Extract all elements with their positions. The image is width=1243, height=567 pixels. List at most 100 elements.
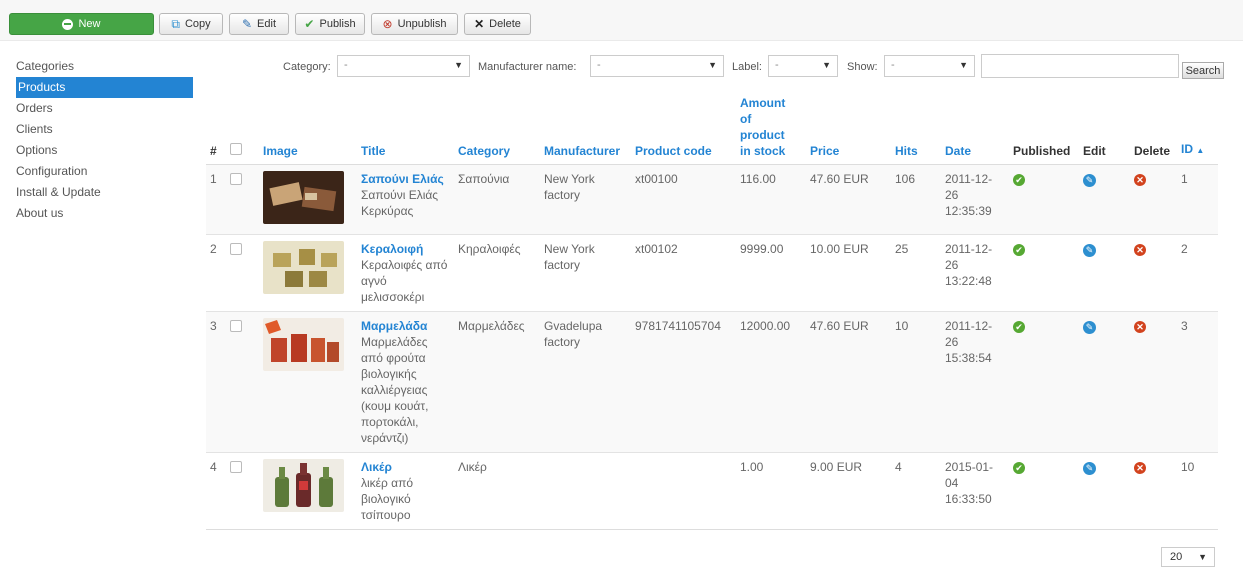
edit-button-label: Edit bbox=[257, 18, 277, 30]
row-checkbox[interactable] bbox=[230, 173, 242, 185]
category-filter-select[interactable]: - ▼ bbox=[337, 55, 470, 77]
col-hits[interactable]: Hits bbox=[891, 95, 941, 165]
col-price[interactable]: Price bbox=[806, 95, 891, 165]
sidebar-item-configuration[interactable]: Configuration bbox=[16, 161, 193, 182]
product-price: 9.00 EUR bbox=[806, 452, 891, 530]
delete-x-icon[interactable]: ✕ bbox=[1134, 321, 1146, 333]
product-stock: 9999.00 bbox=[736, 234, 806, 312]
col-id-label: ID bbox=[1181, 142, 1193, 156]
unpublish-button[interactable]: ⊗ Unpublish bbox=[371, 13, 458, 35]
col-stock[interactable]: Amount of product in stock bbox=[736, 95, 806, 165]
published-check-icon[interactable]: ✔ bbox=[1013, 462, 1025, 474]
delete-button-label: Delete bbox=[489, 18, 521, 30]
col-title[interactable]: Title bbox=[357, 95, 454, 165]
dropdown-arrow-icon: ▼ bbox=[822, 60, 831, 70]
col-delete: Delete bbox=[1130, 95, 1177, 165]
search-input[interactable] bbox=[981, 54, 1179, 78]
row-checkbox[interactable] bbox=[230, 461, 242, 473]
col-date[interactable]: Date bbox=[941, 95, 1009, 165]
dropdown-arrow-icon: ▼ bbox=[708, 60, 717, 70]
product-category: Κηραλοιφές bbox=[454, 234, 540, 312]
search-button[interactable]: Search bbox=[1182, 62, 1224, 79]
col-published: Published bbox=[1009, 95, 1079, 165]
publish-button[interactable]: ✔ Publish bbox=[295, 13, 365, 35]
product-title-link[interactable]: Λικέρ bbox=[361, 459, 450, 475]
delete-button[interactable]: ✕ Delete bbox=[464, 13, 531, 35]
table-header-row: # Image Title Category Manufacturer Prod… bbox=[206, 95, 1218, 165]
sidebar-item-install-update[interactable]: Install & Update bbox=[16, 182, 193, 203]
table-row: 4 Λικέρ λικέρ από βιολογικό τσίπουρο Λικ… bbox=[206, 452, 1218, 530]
per-page-select[interactable]: 20 ▼ bbox=[1161, 547, 1215, 567]
edit-button[interactable]: ✎ Edit bbox=[229, 13, 289, 35]
products-table: # Image Title Category Manufacturer Prod… bbox=[206, 95, 1218, 530]
copy-button[interactable]: ⧉ Copy bbox=[159, 13, 223, 35]
product-image-marmalade[interactable] bbox=[263, 318, 344, 371]
row-checkbox[interactable] bbox=[230, 243, 242, 255]
new-button[interactable]: New bbox=[9, 13, 154, 35]
col-edit: Edit bbox=[1079, 95, 1130, 165]
edit-pencil-icon[interactable]: ✎ bbox=[1083, 244, 1096, 257]
plus-circle-icon bbox=[62, 18, 74, 30]
product-description: Σαπούνι Ελιάς Κερκύρας bbox=[361, 188, 439, 218]
published-check-icon[interactable]: ✔ bbox=[1013, 174, 1025, 186]
col-select-all bbox=[226, 95, 259, 165]
dropdown-arrow-icon: ▼ bbox=[959, 60, 968, 70]
product-category: Σαπούνια bbox=[454, 164, 540, 235]
copy-icon: ⧉ bbox=[171, 17, 180, 31]
sidebar-item-about-us[interactable]: About us bbox=[16, 203, 193, 224]
col-manufacturer[interactable]: Manufacturer bbox=[540, 95, 631, 165]
product-hits: 25 bbox=[891, 234, 941, 312]
row-num: 1 bbox=[206, 164, 226, 235]
sidebar-item-clients[interactable]: Clients bbox=[16, 119, 193, 140]
published-check-icon[interactable]: ✔ bbox=[1013, 321, 1025, 333]
product-id: 3 bbox=[1177, 311, 1218, 453]
edit-pencil-icon[interactable]: ✎ bbox=[1083, 174, 1096, 187]
col-id[interactable]: ID ▲ bbox=[1177, 95, 1218, 165]
product-price: 10.00 EUR bbox=[806, 234, 891, 312]
product-price: 47.60 EUR bbox=[806, 164, 891, 235]
product-image-liqueur[interactable] bbox=[263, 459, 344, 512]
product-manufacturer: New York factory bbox=[540, 234, 631, 312]
new-button-label: New bbox=[78, 18, 101, 30]
product-title-link[interactable]: Σαπούνι Ελιάς bbox=[361, 171, 450, 187]
sidebar-item-orders[interactable]: Orders bbox=[16, 98, 193, 119]
product-description: λικέρ από βιολογικό τσίπουρο bbox=[361, 476, 414, 522]
product-code: xt00102 bbox=[631, 234, 736, 312]
category-filter-label: Category: bbox=[283, 61, 331, 73]
product-image-wax-balm[interactable] bbox=[263, 241, 344, 294]
row-checkbox[interactable] bbox=[230, 320, 242, 332]
delete-x-icon[interactable]: ✕ bbox=[1134, 462, 1146, 474]
label-filter-select[interactable]: - ▼ bbox=[768, 55, 838, 77]
edit-icon: ✎ bbox=[241, 17, 253, 31]
col-category[interactable]: Category bbox=[454, 95, 540, 165]
product-title-link[interactable]: Μαρμελάδα bbox=[361, 318, 450, 334]
col-image[interactable]: Image bbox=[259, 95, 357, 165]
show-filter-select[interactable]: - ▼ bbox=[884, 55, 975, 77]
product-title-link[interactable]: Κεραλοιφή bbox=[361, 241, 450, 257]
col-stock-line-2: of bbox=[740, 112, 752, 126]
sidebar-item-categories[interactable]: Categories bbox=[16, 56, 193, 77]
product-code bbox=[631, 452, 736, 530]
row-num: 3 bbox=[206, 311, 226, 453]
product-image-soap[interactable] bbox=[263, 171, 344, 224]
sidebar-item-options[interactable]: Options bbox=[16, 140, 193, 161]
select-all-checkbox[interactable] bbox=[230, 143, 242, 155]
published-check-icon[interactable]: ✔ bbox=[1013, 244, 1025, 256]
manufacturer-filter-label: Manufacturer name: bbox=[478, 61, 577, 73]
col-product-code[interactable]: Product code bbox=[631, 95, 736, 165]
col-stock-line-3: product bbox=[740, 128, 785, 142]
delete-x-icon[interactable]: ✕ bbox=[1134, 244, 1146, 256]
product-date: 2011-12-26 13:22:48 bbox=[941, 234, 1009, 312]
product-hits: 106 bbox=[891, 164, 941, 235]
edit-pencil-icon[interactable]: ✎ bbox=[1083, 462, 1096, 475]
show-filter-value: - bbox=[891, 59, 895, 71]
dropdown-arrow-icon: ▼ bbox=[454, 60, 463, 70]
edit-pencil-icon[interactable]: ✎ bbox=[1083, 321, 1096, 334]
x-icon: ✕ bbox=[474, 17, 485, 31]
copy-button-label: Copy bbox=[184, 18, 211, 30]
sidebar: Categories Products Orders Clients Optio… bbox=[16, 56, 193, 224]
delete-x-icon[interactable]: ✕ bbox=[1134, 174, 1146, 186]
product-manufacturer bbox=[540, 452, 631, 530]
sidebar-item-products[interactable]: Products bbox=[16, 77, 193, 98]
manufacturer-filter-select[interactable]: - ▼ bbox=[590, 55, 724, 77]
